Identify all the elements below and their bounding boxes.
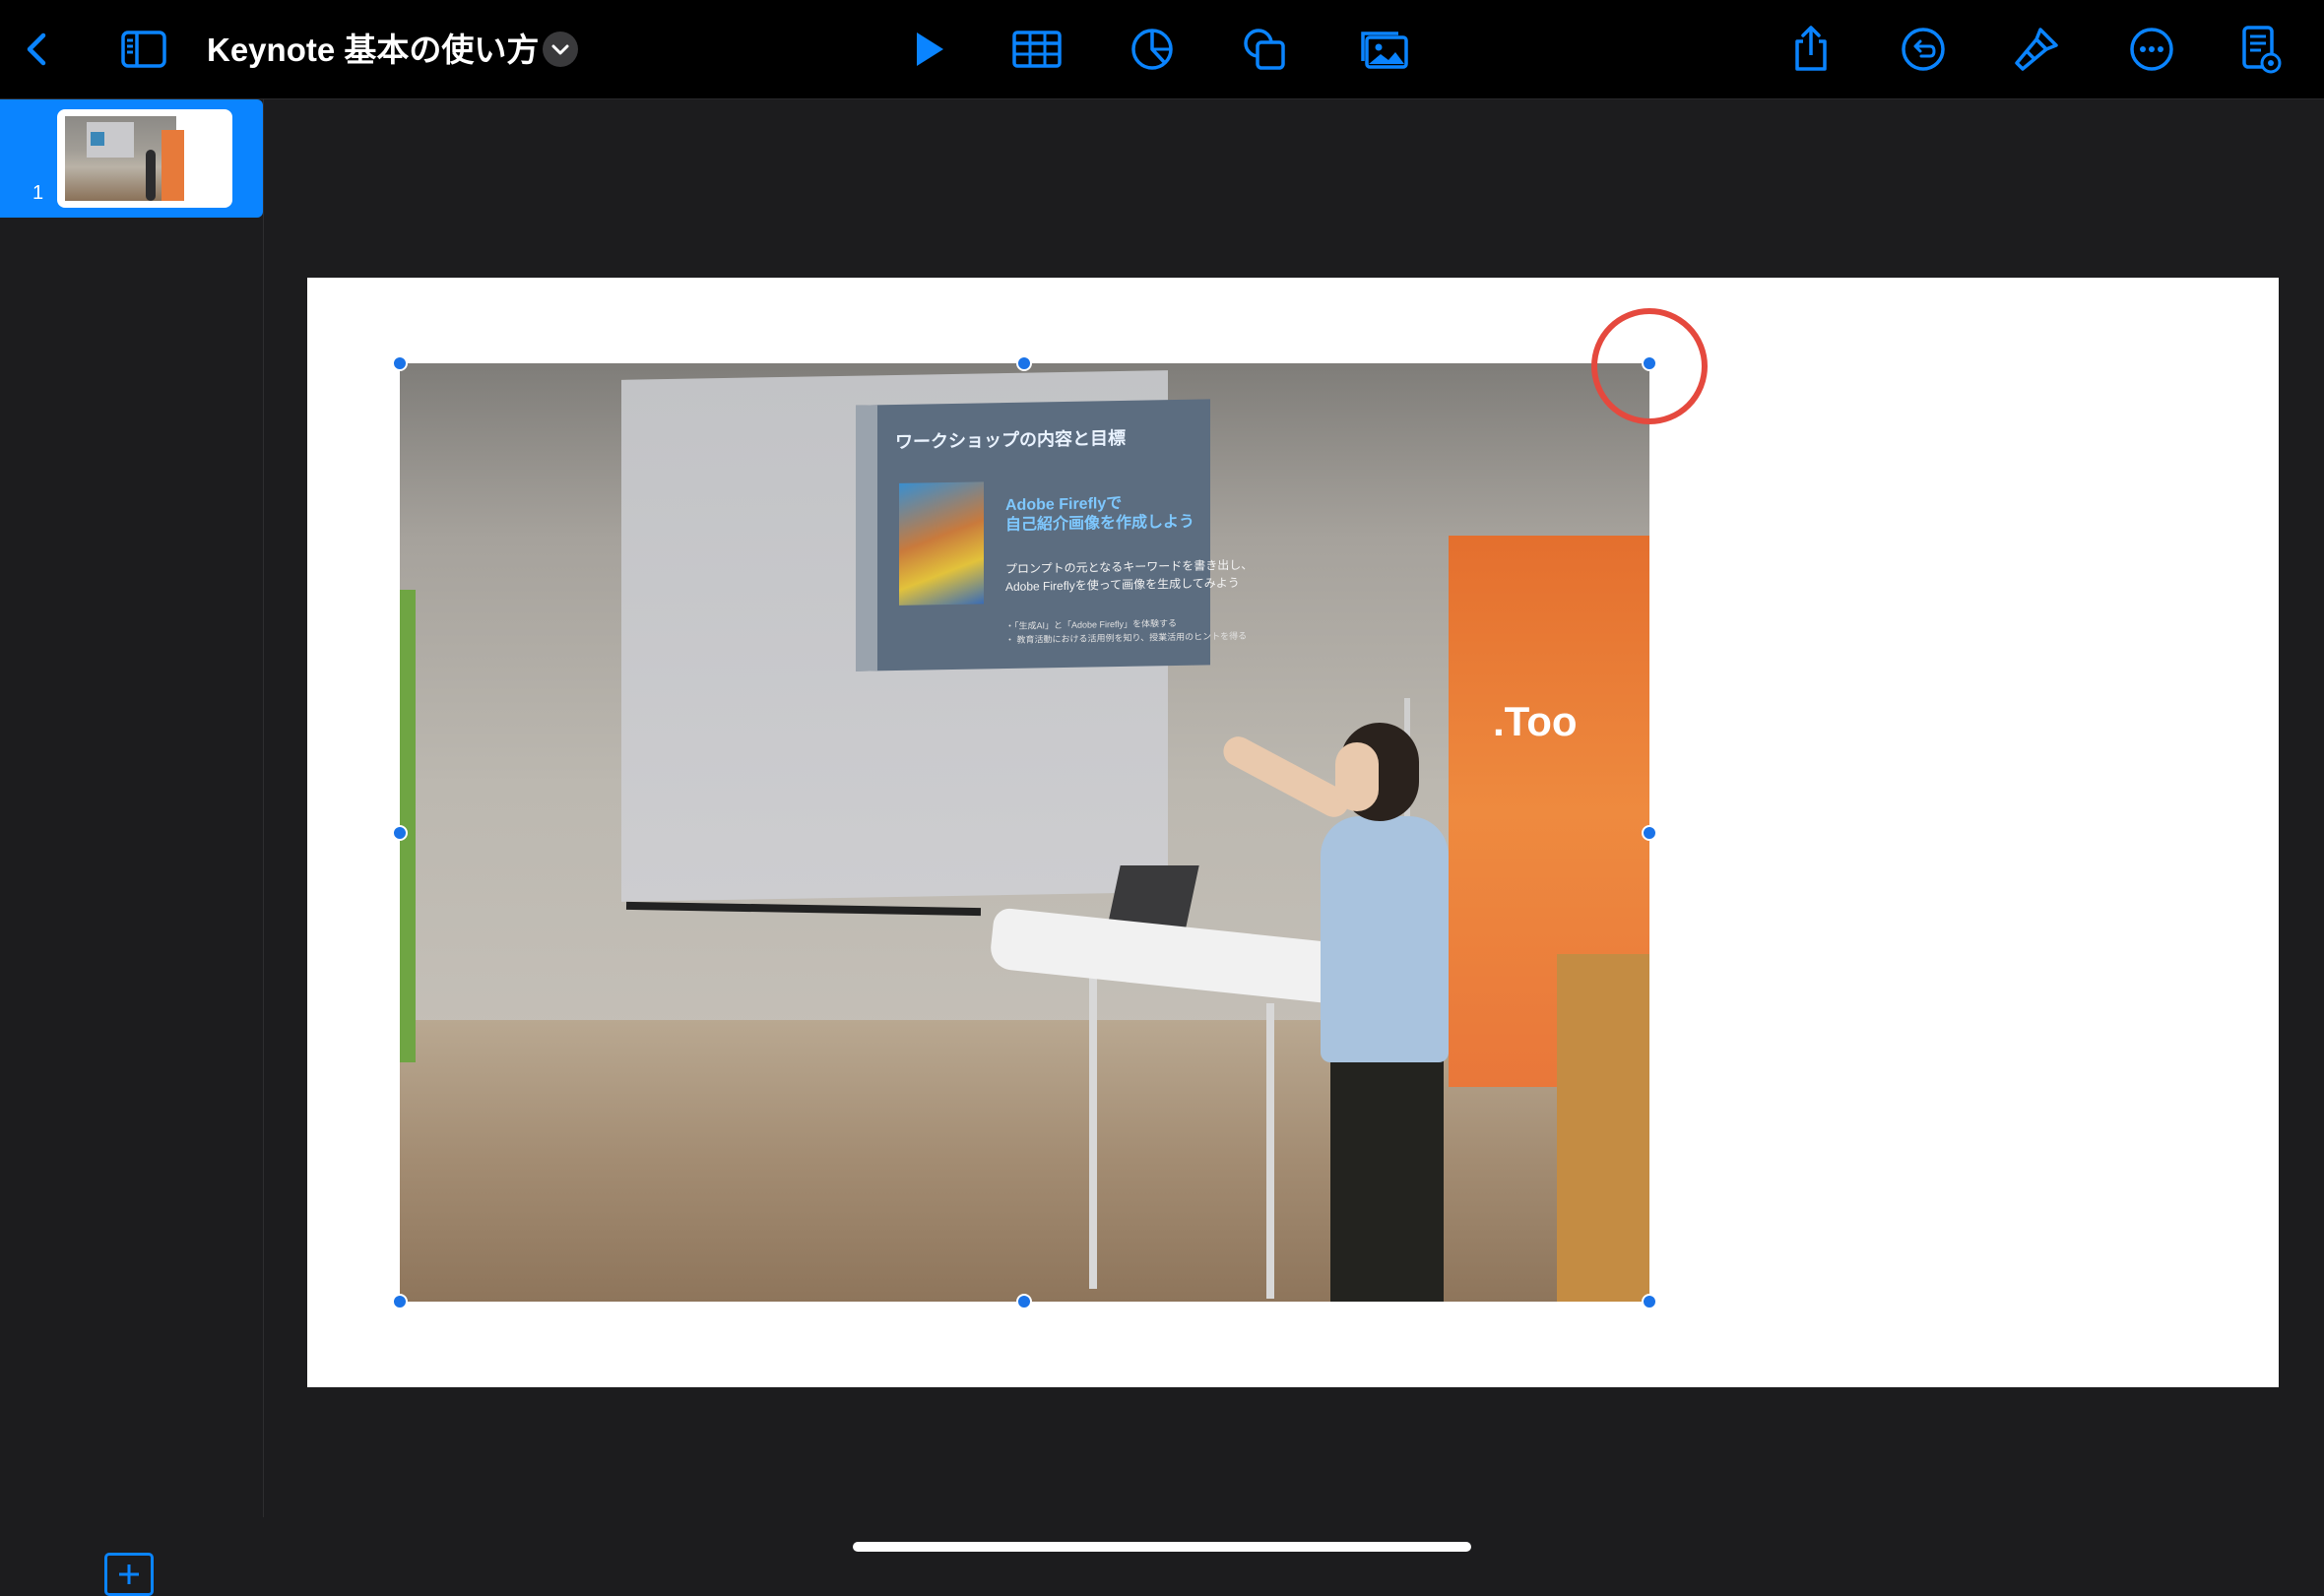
photo-person-body [1321,816,1449,1062]
resize-handle-bottom-right[interactable] [1642,1294,1657,1309]
thumbnail-banner [161,130,184,201]
projected-slide-title: ワークショップの内容と目標 [895,427,1126,452]
media-icon [1361,32,1408,69]
chart-icon [1131,29,1173,70]
back-button[interactable] [10,22,65,77]
undo-icon [1902,28,1945,71]
insert-media-button[interactable] [1357,22,1412,77]
photo-table-leg [1266,1003,1274,1299]
insert-chart-button[interactable] [1125,22,1180,77]
toolbar: Keynote 基本の使い方 [0,0,2324,99]
resize-handle-right[interactable] [1642,825,1657,841]
resize-handle-left[interactable] [392,825,408,841]
sidebar-toggle-button[interactable] [116,22,171,77]
resize-handle-bottom-left[interactable] [392,1294,408,1309]
thumbnail-screen-image [91,132,104,146]
sidebar-icon [121,31,166,68]
insert-shape-button[interactable] [1237,22,1292,77]
slide-thumbnail-row[interactable]: 1 [0,99,263,218]
presenter-view-icon [2242,26,2282,74]
highlight-annotation-circle [1591,308,1708,424]
format-button[interactable] [2009,22,2064,77]
photo-podium [1557,954,1649,1302]
document-title[interactable]: Keynote 基本の使い方 [207,26,539,75]
undo-button[interactable] [1896,22,1951,77]
photo-person-face [1335,742,1379,811]
home-indicator[interactable] [853,1542,1471,1552]
projected-slide-body: プロンプトの元となるキーワードを書き出し、 Adobe Fireflyを使って画… [1005,556,1253,596]
slide-navigator: 1 [0,99,264,1596]
projected-heading-line-2: 自己紹介画像を作成しよう [1005,513,1195,535]
projected-slide-sidebar [856,405,877,671]
more-icon [2130,28,2173,71]
play-icon [917,32,943,66]
presenter-view-button[interactable] [2231,22,2287,77]
resize-handle-bottom[interactable] [1016,1294,1032,1309]
paintbrush-icon [2015,28,2058,71]
add-slide-button[interactable] [104,1553,154,1596]
plus-icon [119,1564,139,1584]
thumbnail-person [146,150,156,201]
title-menu-button[interactable] [543,32,578,67]
slide-thumbnail[interactable] [57,109,232,208]
share-button[interactable] [1783,22,1839,77]
projected-slide: ワークショップの内容と目標 Adobe Fireflyで 自己紹介画像を作成しよ… [856,399,1253,671]
photo-table-leg [1089,974,1097,1289]
more-button[interactable] [2124,22,2179,77]
photo-projection-screen: ワークショップの内容と目標 Adobe Fireflyで 自己紹介画像を作成しよ… [621,370,1253,902]
share-icon [1795,26,1827,71]
photo-banner-text: .Too [1493,698,1578,744]
chevron-left-icon [27,32,46,66]
slide-number: 1 [32,182,44,204]
projected-slide-bullets: ・「生成AI」と「Adobe Firefly」を体験する ・ 教育活動における活… [1005,615,1247,647]
play-button[interactable] [901,22,956,77]
shape-icon [1244,29,1285,70]
insert-table-button[interactable] [1009,22,1065,77]
selected-photo[interactable]: ワークショップの内容と目標 Adobe Fireflyで 自己紹介画像を作成しよ… [400,363,1649,1302]
photo-person-skirt [1330,1053,1444,1302]
chevron-down-icon [551,44,569,55]
projected-slide-heading: Adobe Fireflyで 自己紹介画像を作成しよう [1005,493,1194,536]
thumbnail-photo [65,116,184,201]
projected-slide-image [899,481,984,606]
resize-handle-top[interactable] [1016,355,1032,371]
table-icon [1012,31,1062,68]
resize-handle-top-left[interactable] [392,355,408,371]
